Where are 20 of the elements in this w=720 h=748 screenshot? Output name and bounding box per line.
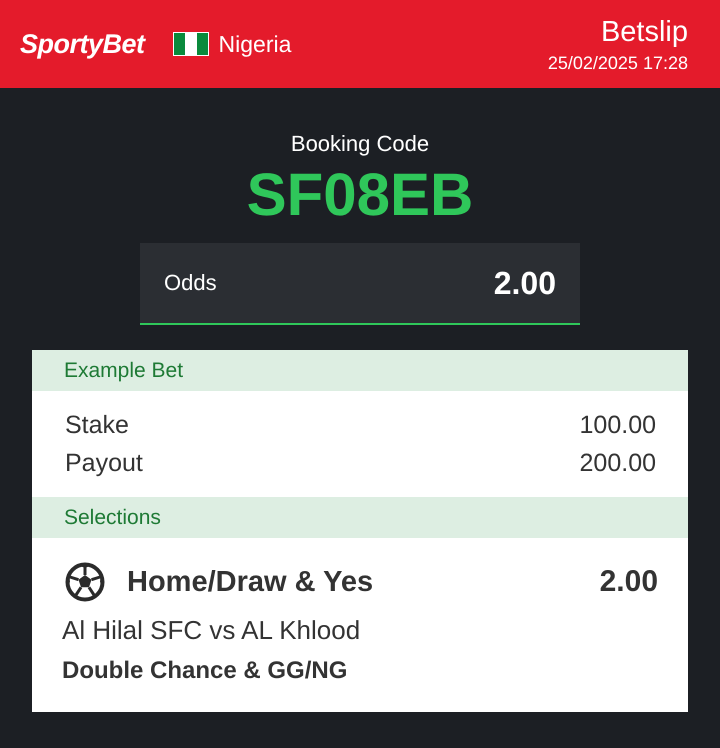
section-heading: Example Bet xyxy=(32,350,688,391)
row-label: Payout xyxy=(65,448,143,479)
selection-odds: 2.00 xyxy=(600,565,658,599)
selection-pick: Home/Draw & Yes xyxy=(127,566,374,598)
odds-label: Odds xyxy=(164,270,217,296)
booking-code: SF08EB xyxy=(246,160,474,230)
row-label: Stake xyxy=(65,410,129,441)
odds-value: 2.00 xyxy=(494,264,556,302)
market-name: Double Chance & GG/NG xyxy=(62,656,348,686)
booking-code-label: Booking Code xyxy=(290,130,430,158)
country-name: Nigeria xyxy=(218,30,292,58)
soccer-ball-icon xyxy=(65,562,105,602)
section-heading: Selections xyxy=(32,497,688,538)
logo: SportyBet xyxy=(20,28,145,60)
flag-icon xyxy=(172,32,209,56)
page-title: Betslip xyxy=(600,15,688,49)
row-value: 200.00 xyxy=(580,448,656,479)
date-time: 25/02/2025 17:28 xyxy=(548,52,688,75)
row-value: 100.00 xyxy=(580,410,656,441)
match-name: Al Hilal SFC vs AL Khlood xyxy=(62,614,362,647)
